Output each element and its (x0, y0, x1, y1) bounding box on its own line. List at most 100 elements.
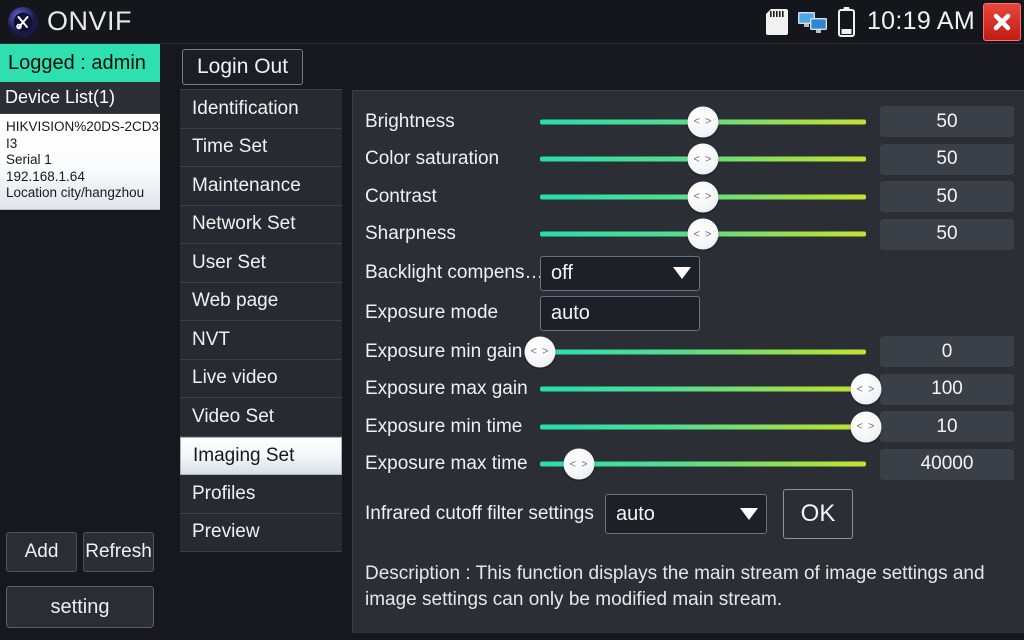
slider-thumb[interactable]: < > (687, 106, 719, 138)
login-out-button[interactable]: Login Out (182, 48, 304, 85)
sharpness-label: Sharpness (365, 223, 456, 245)
exposure-mode-value: auto (551, 301, 590, 324)
infrared-cutoff-filter-value: auto (616, 502, 655, 525)
nav-label: Live video (192, 367, 278, 389)
nav-item-user-set[interactable]: User Set (180, 244, 342, 283)
nav-list: Identification Time Set Maintenance Netw… (180, 89, 342, 552)
nav-label: Network Set (192, 213, 296, 235)
nav-item-imaging-set[interactable]: Imaging Set (180, 436, 342, 475)
nav-item-identification[interactable]: Identification (180, 90, 342, 129)
sharpness-slider[interactable]: < > (540, 216, 866, 254)
slider-thumb[interactable]: < > (563, 448, 595, 480)
chevron-down-icon (740, 508, 758, 520)
ok-button[interactable]: OK (783, 489, 853, 539)
list-item[interactable]: HIKVISION%20DS-2CD3T45- I3 Serial 1 192.1… (0, 114, 187, 210)
exposure-max-gain-value[interactable]: 100 (880, 373, 1014, 405)
exposure-min-gain-label: Exposure min gain (365, 340, 523, 362)
app-logo-icon (5, 4, 41, 40)
nav-item-time-set[interactable]: Time Set (180, 128, 342, 167)
nav-label: Preview (192, 521, 260, 543)
brightness-value[interactable]: 50 (880, 106, 1014, 138)
row-brightness: Brightness < > 50 (365, 103, 1014, 141)
slider-thumb[interactable]: < > (687, 143, 719, 175)
slider-thumb[interactable]: < > (687, 181, 719, 213)
exposure-min-gain-slider[interactable]: < > (524, 333, 866, 371)
slider-track (540, 386, 866, 392)
imaging-settings-panel: Brightness < > 50 Color saturation < > 5… (352, 90, 1024, 633)
brightness-slider[interactable]: < > (540, 103, 866, 141)
exposure-max-time-label: Exposure max time (365, 453, 528, 475)
nav-item-live-video[interactable]: Live video (180, 359, 342, 398)
slider-track (540, 424, 866, 430)
nav-item-preview[interactable]: Preview (180, 513, 342, 552)
row-exposure-min-time: Exposure min time < > 10 (365, 408, 1014, 446)
backlight-compensation-value: off (551, 261, 573, 284)
contrast-value[interactable]: 50 (880, 181, 1014, 213)
description-text: Description : This function displays the… (365, 563, 985, 610)
nav-item-web-page[interactable]: Web page (180, 282, 342, 321)
row-exposure-max-time: Exposure max time < > 40000 (365, 446, 1014, 484)
backlight-compensation-dropdown[interactable]: off (540, 255, 700, 291)
slider-track (540, 349, 866, 355)
device-list-header: Device List(1) (0, 82, 160, 114)
infrared-cutoff-filter-dropdown[interactable]: auto (605, 494, 767, 534)
exposure-max-time-value[interactable]: 40000 (880, 448, 1014, 480)
close-window-button[interactable] (983, 2, 1021, 41)
add-button[interactable]: Add (6, 532, 77, 572)
nav-label: Time Set (192, 136, 268, 158)
nav-label: Imaging Set (193, 444, 295, 466)
device-name: HIKVISION%20DS-2CD3T45- I3 (6, 119, 187, 151)
title-bar: ONVIF 10:19 AM (0, 0, 1024, 44)
device-list-header-label: Device List(1) (5, 87, 116, 107)
brightness-label: Brightness (365, 110, 455, 132)
exposure-max-gain-slider[interactable]: < > (540, 371, 882, 409)
color-saturation-label: Color saturation (365, 148, 500, 170)
nav-item-video-set[interactable]: Video Set (180, 398, 342, 437)
app-title: ONVIF (47, 6, 133, 36)
login-out-row: Login Out (180, 44, 342, 89)
contrast-label: Contrast (365, 185, 437, 207)
color-saturation-value[interactable]: 50 (880, 143, 1014, 175)
nav-item-profiles[interactable]: Profiles (180, 475, 342, 514)
slider-thumb[interactable]: < > (850, 411, 882, 443)
slider-thumb[interactable]: < > (687, 218, 719, 250)
device-list: HIKVISION%20DS-2CD3T45- I3 Serial 1 192.1… (0, 114, 187, 529)
nav-item-maintenance[interactable]: Maintenance (180, 167, 342, 206)
color-saturation-slider[interactable]: < > (540, 141, 866, 179)
setting-button[interactable]: setting (6, 586, 154, 628)
battery-icon (837, 6, 855, 37)
refresh-button[interactable]: Refresh (83, 532, 154, 572)
row-infrared-cutoff-filter: Infrared cutoff filter settings auto OK (365, 483, 1014, 545)
nav-label: User Set (192, 251, 266, 273)
contrast-slider[interactable]: < > (540, 178, 866, 216)
chevron-down-icon (673, 267, 691, 279)
clock: 10:19 AM (866, 7, 975, 35)
row-sharpness: Sharpness < > 50 (365, 216, 1014, 254)
device-action-buttons: Add Refresh (0, 532, 160, 572)
exposure-min-time-label: Exposure min time (365, 415, 523, 437)
row-backlight-compensation: Backlight compens… off (365, 253, 1014, 293)
slider-thumb[interactable]: < > (850, 373, 882, 405)
nav-label: NVT (192, 328, 230, 350)
exposure-min-time-value[interactable]: 10 (880, 411, 1014, 443)
nav-label: Identification (192, 97, 299, 119)
nav-label: Video Set (192, 405, 275, 427)
exposure-min-time-slider[interactable]: < > (540, 408, 882, 446)
exposure-min-gain-value[interactable]: 0 (880, 336, 1014, 368)
sharpness-value[interactable]: 50 (880, 218, 1014, 250)
nav-item-network-set[interactable]: Network Set (180, 205, 342, 244)
exposure-mode-field[interactable]: auto (540, 295, 700, 331)
device-ip: 192.168.1.64 (6, 168, 85, 184)
onvif-app-window: ONVIF 10:19 AM Logged: admin Device Lis… (0, 0, 1024, 640)
exposure-mode-label: Exposure mode (365, 302, 499, 323)
slider-thumb[interactable]: < > (524, 336, 556, 368)
nav-item-nvt[interactable]: NVT (180, 321, 342, 360)
row-exposure-mode: Exposure mode auto (365, 293, 1014, 333)
infrared-cutoff-filter-label: Infrared cutoff filter settings (365, 503, 594, 524)
nav-label: Maintenance (192, 174, 301, 196)
row-exposure-max-gain: Exposure max gain < > 100 (365, 371, 1014, 409)
backlight-compensation-label: Backlight compens… (365, 262, 544, 283)
status-icons: 10:19 AM (765, 0, 1024, 44)
exposure-max-time-slider[interactable]: < > (540, 446, 866, 484)
row-contrast: Contrast < > 50 (365, 178, 1014, 216)
